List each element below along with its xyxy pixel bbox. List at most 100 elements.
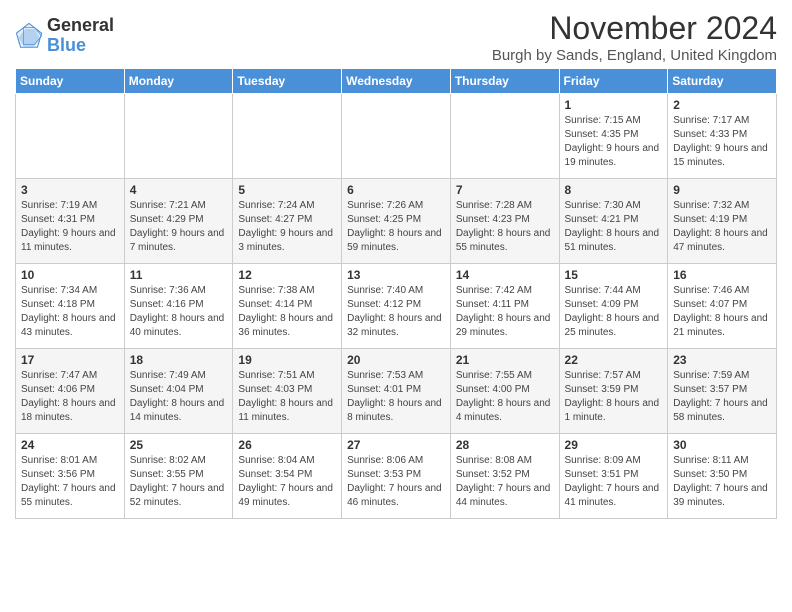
day-cell: 4 Sunrise: 7:21 AM Sunset: 4:29 PM Daylig… [124, 179, 233, 264]
day-cell: 2Sunrise: 7:17 AM Sunset: 4:33 PM Daylig… [668, 94, 777, 179]
day-cell: 22 Sunrise: 7:57 AM Sunset: 3:59 PM Dayli… [559, 349, 668, 434]
logo: General Blue [15, 16, 114, 56]
day-number: 18 [130, 353, 228, 367]
day-cell [450, 94, 559, 179]
day-info: Sunrise: 7:32 AM Sunset: 4:19 PM Dayligh… [673, 200, 768, 253]
day-info: Sunrise: 7:19 AM Sunset: 4:31 PM Dayligh… [21, 200, 116, 253]
day-cell: 17 Sunrise: 7:47 AM Sunset: 4:06 PM Dayli… [16, 349, 125, 434]
day-cell: 20Sunrise: 7:53 AM Sunset: 4:01 PM Dayli… [342, 349, 451, 434]
day-number: 21 [456, 353, 554, 367]
day-info: Sunrise: 7:38 AM Sunset: 4:14 PM Dayligh… [238, 285, 333, 338]
day-cell [233, 94, 342, 179]
week-row-2: 3 Sunrise: 7:19 AM Sunset: 4:31 PM Daylig… [16, 179, 777, 264]
day-cell: 23 Sunrise: 7:59 AM Sunset: 3:57 PM Dayli… [668, 349, 777, 434]
logo-icon [15, 22, 43, 50]
day-number: 22 [565, 353, 663, 367]
day-info: Sunrise: 8:09 AM Sunset: 3:51 PM Dayligh… [565, 455, 660, 508]
day-info: Sunrise: 7:15 AM Sunset: 4:35 PM Dayligh… [565, 115, 660, 168]
day-info: Sunrise: 7:47 AM Sunset: 4:06 PM Dayligh… [21, 370, 116, 423]
day-info: Sunrise: 7:21 AM Sunset: 4:29 PM Dayligh… [130, 200, 225, 253]
day-info: Sunrise: 7:42 AM Sunset: 4:11 PM Dayligh… [456, 285, 551, 338]
day-number: 15 [565, 268, 663, 282]
day-number: 16 [673, 268, 771, 282]
day-cell: 16 Sunrise: 7:46 AM Sunset: 4:07 PM Dayli… [668, 264, 777, 349]
day-number: 14 [456, 268, 554, 282]
day-cell [342, 94, 451, 179]
day-number: 6 [347, 183, 445, 197]
day-number: 23 [673, 353, 771, 367]
day-number: 25 [130, 438, 228, 452]
day-info: Sunrise: 8:08 AM Sunset: 3:52 PM Dayligh… [456, 455, 551, 508]
day-info: Sunrise: 7:53 AM Sunset: 4:01 PM Dayligh… [347, 370, 442, 423]
day-number: 24 [21, 438, 119, 452]
title-block: November 2024 Burgh by Sands, England, U… [492, 10, 777, 64]
day-info: Sunrise: 7:57 AM Sunset: 3:59 PM Dayligh… [565, 370, 660, 423]
day-number: 13 [347, 268, 445, 282]
day-cell: 25 Sunrise: 8:02 AM Sunset: 3:55 PM Dayli… [124, 434, 233, 519]
day-info: Sunrise: 7:51 AM Sunset: 4:03 PM Dayligh… [238, 370, 333, 423]
calendar-table: SundayMondayTuesdayWednesdayThursdayFrid… [15, 68, 777, 519]
day-info: Sunrise: 7:36 AM Sunset: 4:16 PM Dayligh… [130, 285, 225, 338]
column-header-saturday: Saturday [668, 69, 777, 94]
day-info: Sunrise: 7:55 AM Sunset: 4:00 PM Dayligh… [456, 370, 551, 423]
logo-text: General Blue [47, 16, 114, 56]
day-info: Sunrise: 7:34 AM Sunset: 4:18 PM Dayligh… [21, 285, 116, 338]
day-cell: 18 Sunrise: 7:49 AM Sunset: 4:04 PM Dayli… [124, 349, 233, 434]
day-cell: 12Sunrise: 7:38 AM Sunset: 4:14 PM Dayli… [233, 264, 342, 349]
column-header-wednesday: Wednesday [342, 69, 451, 94]
month-title: November 2024 [492, 10, 777, 47]
day-cell: 10 Sunrise: 7:34 AM Sunset: 4:18 PM Dayli… [16, 264, 125, 349]
day-number: 2 [673, 98, 771, 112]
day-info: Sunrise: 7:26 AM Sunset: 4:25 PM Dayligh… [347, 200, 442, 253]
day-number: 7 [456, 183, 554, 197]
day-number: 26 [238, 438, 336, 452]
day-cell [16, 94, 125, 179]
logo-general-label: General [47, 16, 114, 36]
day-info: Sunrise: 8:11 AM Sunset: 3:50 PM Dayligh… [673, 455, 768, 508]
day-info: Sunrise: 8:04 AM Sunset: 3:54 PM Dayligh… [238, 455, 333, 508]
day-number: 5 [238, 183, 336, 197]
day-cell: 9Sunrise: 7:32 AM Sunset: 4:19 PM Daylig… [668, 179, 777, 264]
logo-blue-label: Blue [47, 36, 114, 56]
day-number: 10 [21, 268, 119, 282]
day-info: Sunrise: 7:46 AM Sunset: 4:07 PM Dayligh… [673, 285, 768, 338]
day-number: 17 [21, 353, 119, 367]
column-header-monday: Monday [124, 69, 233, 94]
day-cell: 19 Sunrise: 7:51 AM Sunset: 4:03 PM Dayli… [233, 349, 342, 434]
day-number: 1 [565, 98, 663, 112]
column-header-thursday: Thursday [450, 69, 559, 94]
day-info: Sunrise: 8:01 AM Sunset: 3:56 PM Dayligh… [21, 455, 116, 508]
column-header-sunday: Sunday [16, 69, 125, 94]
day-info: Sunrise: 7:28 AM Sunset: 4:23 PM Dayligh… [456, 200, 551, 253]
day-cell [124, 94, 233, 179]
day-info: Sunrise: 8:06 AM Sunset: 3:53 PM Dayligh… [347, 455, 442, 508]
calendar-header-row: SundayMondayTuesdayWednesdayThursdayFrid… [16, 69, 777, 94]
day-number: 19 [238, 353, 336, 367]
day-cell: 6 Sunrise: 7:26 AM Sunset: 4:25 PM Daylig… [342, 179, 451, 264]
column-header-tuesday: Tuesday [233, 69, 342, 94]
day-number: 3 [21, 183, 119, 197]
day-info: Sunrise: 8:02 AM Sunset: 3:55 PM Dayligh… [130, 455, 225, 508]
week-row-3: 10 Sunrise: 7:34 AM Sunset: 4:18 PM Dayli… [16, 264, 777, 349]
day-info: Sunrise: 7:59 AM Sunset: 3:57 PM Dayligh… [673, 370, 768, 423]
day-cell: 8Sunrise: 7:30 AM Sunset: 4:21 PM Daylig… [559, 179, 668, 264]
day-cell: 7 Sunrise: 7:28 AM Sunset: 4:23 PM Daylig… [450, 179, 559, 264]
day-cell: 24 Sunrise: 8:01 AM Sunset: 3:56 PM Dayli… [16, 434, 125, 519]
day-info: Sunrise: 7:49 AM Sunset: 4:04 PM Dayligh… [130, 370, 225, 423]
day-cell: 21 Sunrise: 7:55 AM Sunset: 4:00 PM Dayli… [450, 349, 559, 434]
column-header-friday: Friday [559, 69, 668, 94]
day-number: 30 [673, 438, 771, 452]
day-cell: 26 Sunrise: 8:04 AM Sunset: 3:54 PM Dayli… [233, 434, 342, 519]
location-subtitle: Burgh by Sands, England, United Kingdom [492, 47, 777, 64]
day-cell: 30 Sunrise: 8:11 AM Sunset: 3:50 PM Dayli… [668, 434, 777, 519]
week-row-5: 24 Sunrise: 8:01 AM Sunset: 3:56 PM Dayli… [16, 434, 777, 519]
day-cell: 3 Sunrise: 7:19 AM Sunset: 4:31 PM Daylig… [16, 179, 125, 264]
day-info: Sunrise: 7:30 AM Sunset: 4:21 PM Dayligh… [565, 200, 660, 253]
day-number: 4 [130, 183, 228, 197]
day-number: 29 [565, 438, 663, 452]
day-cell: 5 Sunrise: 7:24 AM Sunset: 4:27 PM Daylig… [233, 179, 342, 264]
day-info: Sunrise: 7:24 AM Sunset: 4:27 PM Dayligh… [238, 200, 333, 253]
day-cell: 27Sunrise: 8:06 AM Sunset: 3:53 PM Dayli… [342, 434, 451, 519]
header: General Blue November 2024 Burgh by Sand… [15, 10, 777, 64]
day-info: Sunrise: 7:40 AM Sunset: 4:12 PM Dayligh… [347, 285, 442, 338]
